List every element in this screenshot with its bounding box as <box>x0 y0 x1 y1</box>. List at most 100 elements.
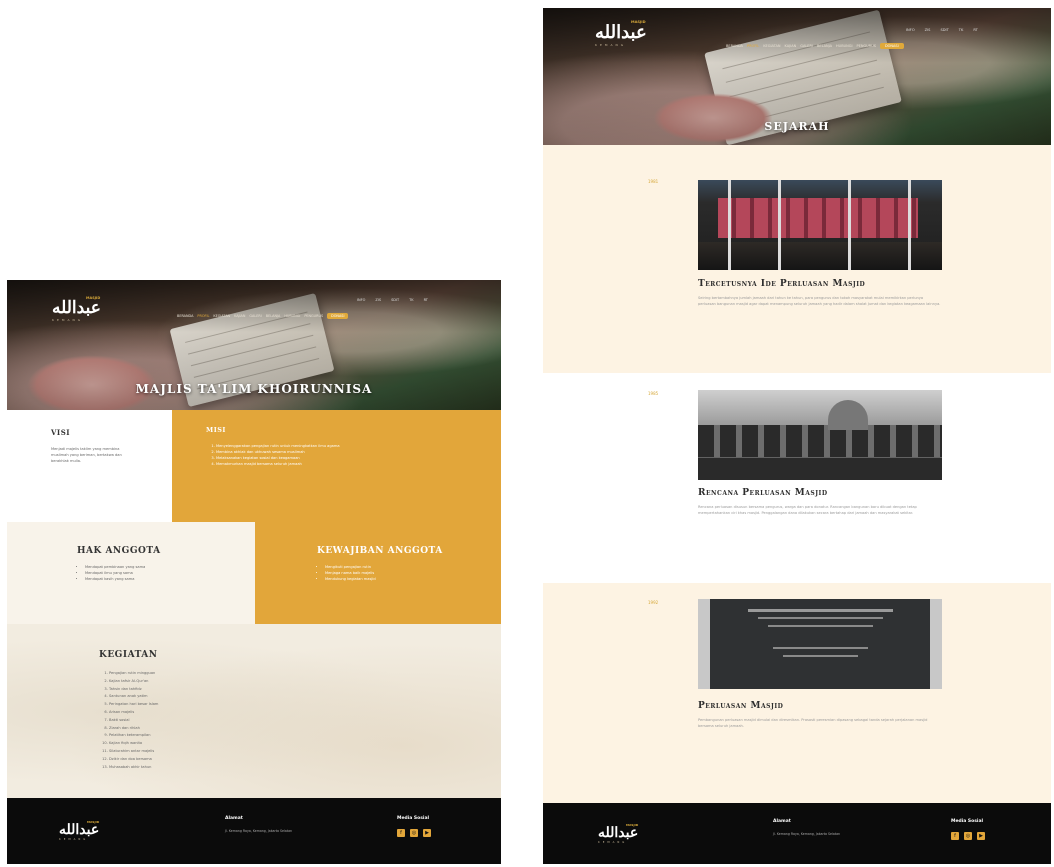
main-nav: BERANDA PROFIL KEGIATAN KAJIAN GALERI BE… <box>726 43 904 49</box>
list-item: Silaturahim antar majelis <box>109 748 369 756</box>
social-title: Media Sosial <box>951 819 984 824</box>
footer-address: Alamat Jl. Kemang Raya, Kemang, Jakarta … <box>225 816 345 834</box>
section-text: Seiring bertambahnya jumlah jamaah dari … <box>698 296 941 306</box>
kewajiban-list: Mengikuti pengajian rutin Menjaga nama b… <box>317 564 501 582</box>
nav-galeri[interactable]: GALERI <box>249 314 261 318</box>
footer-address: Alamat Jl. Kemang Raya, Kemang, Jakarta … <box>773 819 893 837</box>
page-title: MAJLIS TA'LIM KHOIRUNNISA <box>135 382 373 396</box>
site-logo[interactable]: عبدالله MASJID KEMANG <box>52 296 102 322</box>
logo-tag: MASJID <box>631 20 646 24</box>
kewajiban-anggota-section: KEWAJIBAN ANGGOTA Mengikuti pengajian ru… <box>255 522 501 624</box>
logo-sub: KEMANG <box>595 43 627 47</box>
nav-hubungi[interactable]: HUBUNGI <box>836 44 853 48</box>
site-footer: عبدالله MASJID KEMANG Alamat Jl. Kemang … <box>543 803 1051 864</box>
nav-profil[interactable]: PROFIL <box>197 314 209 318</box>
nav-galeri[interactable]: GALERI <box>800 44 813 48</box>
instagram-icon[interactable]: ◎ <box>964 832 972 840</box>
visi-title: VISI <box>51 428 71 437</box>
misi-list: Menyelenggarakan pengajian rutin untuk m… <box>206 443 456 467</box>
logo-arabic: عبدالله <box>59 822 100 838</box>
hero-banner: عبدالله MASJID KEMANG INFO ZIS SDIT TK R… <box>543 8 1051 145</box>
timeline-year: 1985 <box>648 391 659 396</box>
list-item: Dzikir dan doa bersama <box>109 756 369 764</box>
nav-kegiatan[interactable]: KEGIATAN <box>213 314 230 318</box>
visi-text: Menjadi majelis taklim yang membina musl… <box>51 447 122 463</box>
timeline-section: 1992 Perluasan Masjid Pembangunan perlua… <box>543 583 1051 803</box>
facebook-icon[interactable]: f <box>397 829 405 837</box>
misi-section: MISI Menyelenggarakan pengajian rutin un… <box>172 410 501 522</box>
footer-logo[interactable]: عبدالله MASJID KEMANG <box>598 823 639 844</box>
site-footer: عبدالله MASJID KEMANG Alamat Jl. Kemang … <box>7 798 501 864</box>
list-item: Bakti sosial <box>109 717 369 725</box>
kewajiban-title: KEWAJIBAN ANGGOTA <box>317 546 443 556</box>
list-item: Santunan anak yatim <box>109 693 369 701</box>
top-nav: INFO ZIS SDIT TK RT <box>906 28 978 32</box>
kegiatan-title: KEGIATAN <box>99 650 158 660</box>
nav-kajian[interactable]: KAJIAN <box>234 314 245 318</box>
footer-social: Media Sosial f ◎ ▶ <box>951 819 985 840</box>
nav-belanja[interactable]: BELANJA <box>266 314 281 318</box>
facebook-icon[interactable]: f <box>951 832 959 840</box>
youtube-icon[interactable]: ▶ <box>977 832 985 840</box>
list-item: Kajian fiqih wanita <box>109 740 369 748</box>
top-nav-item[interactable]: SDIT <box>391 298 399 302</box>
top-nav-item[interactable]: ZIS <box>925 28 931 32</box>
section-text: Pembangunan perluasan masjid dimulai dan… <box>698 718 928 728</box>
nav-beranda[interactable]: BERANDA <box>726 44 743 48</box>
list-item: Mendapat kasih yang sama <box>85 576 255 582</box>
section-title: Perluasan Masjid <box>698 701 784 711</box>
masjid-photo <box>698 390 942 480</box>
nav-kegiatan[interactable]: KEGIATAN <box>763 44 780 48</box>
donasi-button[interactable]: DONASI <box>879 43 904 49</box>
donasi-button[interactable]: DONASI <box>327 313 349 319</box>
timeline-year: 1992 <box>648 600 659 605</box>
logo-sub: KEMANG <box>59 838 89 841</box>
nav-kajian[interactable]: KAJIAN <box>785 44 797 48</box>
top-nav-item[interactable]: SDIT <box>940 28 948 32</box>
list-item: Peringatan hari besar Islam <box>109 701 369 709</box>
section-title: Rencana Perluasan Masjid <box>698 488 828 498</box>
logo-arabic: عبدالله <box>598 825 639 841</box>
instagram-icon[interactable]: ◎ <box>410 829 418 837</box>
top-nav-item[interactable]: INFO <box>357 298 365 302</box>
youtube-icon[interactable]: ▶ <box>423 829 431 837</box>
prasasti-photo <box>698 599 942 689</box>
list-item: Memakmurkan masjid bersama seluruh jamaa… <box>216 461 456 467</box>
top-nav-item[interactable]: RT <box>973 28 977 32</box>
address-title: Alamat <box>225 816 243 821</box>
sejarah-page: عبدالله MASJID KEMANG INFO ZIS SDIT TK R… <box>543 8 1051 864</box>
top-nav: INFO ZIS SDIT TK RT <box>357 298 428 302</box>
site-logo[interactable]: عبدالله MASJID KEMANG <box>595 20 648 47</box>
top-nav-item[interactable]: INFO <box>906 28 915 32</box>
list-item: Tahsin dan tahfidz <box>109 686 369 694</box>
hero-banner: عبدالله MASJID KEMANG INFO ZIS SDIT TK R… <box>7 280 501 410</box>
logo-tag: MASJID <box>87 820 100 824</box>
misi-title: MISI <box>206 426 226 434</box>
nav-belanja[interactable]: BELANJA <box>817 44 832 48</box>
nav-pengurus[interactable]: PENGURUS <box>857 44 876 48</box>
nav-beranda[interactable]: BERANDA <box>177 314 193 318</box>
logo-arabic: عبدالله <box>52 298 102 318</box>
social-title: Media Sosial <box>397 816 430 821</box>
top-nav-item[interactable]: RT <box>424 298 428 302</box>
top-nav-item[interactable]: ZIS <box>375 298 381 302</box>
top-nav-item[interactable]: TK <box>959 28 964 32</box>
footer-logo[interactable]: عبدالله MASJID KEMANG <box>59 820 100 841</box>
address-title: Alamat <box>773 819 791 824</box>
nav-pengurus[interactable]: PENGURUS <box>304 314 323 318</box>
majlis-talim-page: عبدالله MASJID KEMANG INFO ZIS SDIT TK R… <box>7 280 501 864</box>
logo-tag: MASJID <box>626 823 639 827</box>
list-item: Muhasabah akhir tahun <box>109 764 369 772</box>
section-title: Tercetusnya Ide Perluasan Masjid <box>698 279 866 289</box>
address-text: Jl. Kemang Raya, Kemang, Jakarta Selatan <box>225 829 293 833</box>
list-item: Pengajian rutin mingguan <box>109 670 369 678</box>
list-item: Kajian tafsir Al-Qur'an <box>109 678 369 686</box>
footer-social: Media Sosial f ◎ ▶ <box>397 816 431 837</box>
timeline-section: 1981 Tercetusnya Ide Perluasan Masjid Se… <box>543 145 1051 373</box>
hak-title: HAK ANGGOTA <box>77 546 161 556</box>
nav-profil[interactable]: PROFIL <box>747 44 759 48</box>
top-nav-item[interactable]: TK <box>409 298 413 302</box>
logo-arabic: عبدالله <box>595 22 648 43</box>
kegiatan-list: Pengajian rutin mingguan Kajian tafsir A… <box>99 670 369 771</box>
nav-hubungi[interactable]: HUBUNGI <box>284 314 300 318</box>
